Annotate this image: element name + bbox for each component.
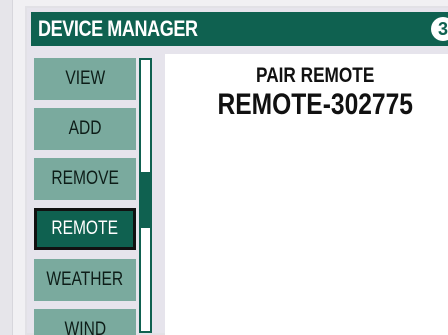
content-title-text: PAIR REMOTE	[255, 64, 375, 87]
menu-item-label: ADD	[68, 118, 102, 139]
menu-item-label: REMOTE	[51, 218, 119, 239]
side-menu: VIEW ADD REMOVE REMOTE WEATHER WIND	[31, 52, 137, 335]
menu-item-label: WIND	[64, 319, 106, 335]
menu-item-wind[interactable]: WIND	[34, 309, 136, 335]
menu-item-view[interactable]: VIEW	[34, 58, 136, 100]
menu-scrollbar[interactable]	[139, 58, 152, 333]
menu-item-label: VIEW	[65, 68, 105, 89]
content-title: PAIR REMOTE	[165, 64, 448, 88]
menu-item-remote[interactable]: REMOTE	[34, 208, 136, 250]
remote-id-text: REMOTE-302775	[217, 88, 413, 121]
left-edge-strip	[0, 0, 13, 335]
content-area: PAIR REMOTE REMOTE-302775	[165, 54, 448, 335]
page-title: DEVICE MANAGER	[38, 16, 198, 41]
header-badge[interactable]: 3	[431, 17, 448, 41]
header-bar: DEVICE MANAGER 3	[31, 12, 448, 46]
menu-item-remove[interactable]: REMOVE	[34, 158, 136, 200]
menu-item-label: REMOVE	[51, 168, 119, 189]
scroll-thumb[interactable]	[141, 172, 150, 228]
menu-item-weather[interactable]: WEATHER	[34, 259, 136, 301]
menu-item-label: WEATHER	[46, 269, 124, 290]
menu-item-add[interactable]: ADD	[34, 108, 136, 150]
remote-id: REMOTE-302775	[165, 88, 448, 122]
